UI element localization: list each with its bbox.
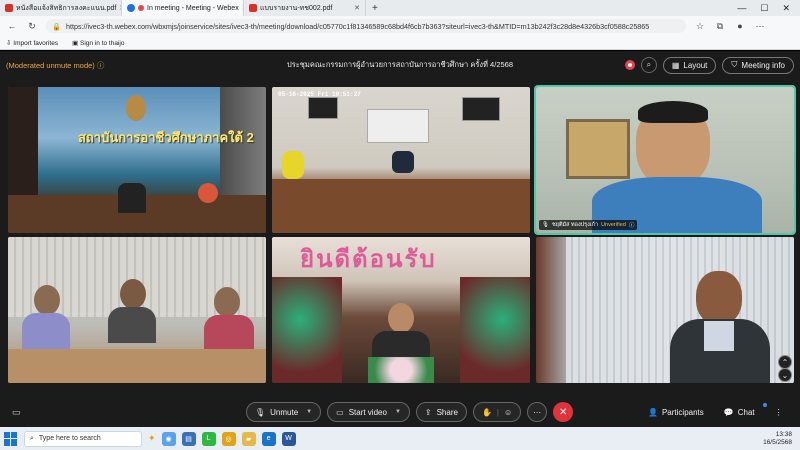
more-menu-icon[interactable]: ⋯ <box>754 21 766 32</box>
sparkle-icon[interactable]: ✦ <box>148 433 156 444</box>
edge-icon[interactable]: e <box>261 431 276 446</box>
browser-tab[interactable]: หนังสือแจ้งสิทธิการลงคะแนน.pdf ✕ <box>0 0 122 16</box>
video-tile[interactable] <box>8 237 266 383</box>
share-button[interactable]: ⇪ Share <box>415 402 467 422</box>
participants-button[interactable]: 👤 Participants <box>648 408 704 417</box>
participants-icon: 👤 <box>648 407 658 417</box>
unmute-button[interactable]: 🎙 Unmute ▼ <box>246 402 322 422</box>
chevron-down-icon[interactable]: ▼ <box>395 409 401 415</box>
emblem-logo <box>126 95 146 121</box>
search-icon: ⌕ <box>30 434 34 442</box>
webex-meeting: (Moderated unmute mode) ⓘ ประชุมคณะกรรมก… <box>0 51 800 427</box>
windows-taskbar: ⌕ Type here to search ✦ ◉ ▤ L ◎ ▰ e W 13… <box>0 427 800 450</box>
emoji-icon: ☺ <box>504 407 513 417</box>
taskbar-search[interactable]: ⌕ Type here to search <box>24 430 142 447</box>
right-controls: 👤 Participants 💬 Chat ⋮ <box>648 408 783 417</box>
line-icon[interactable]: L <box>201 431 216 446</box>
video-tile[interactable]: ยินดีต้อนรับ <box>272 237 530 383</box>
minimize-icon[interactable]: — <box>737 3 746 14</box>
chat-icon: 💬 <box>723 407 734 417</box>
file-explorer-icon[interactable]: ▰ <box>241 431 256 446</box>
browser-tabstrip: หนังสือแจ้งสิทธิการลงคะแนน.pdf ✕ In meet… <box>0 0 800 16</box>
url-field[interactable]: 🔒 https://ivec3-th.webex.com/wbxmjs/join… <box>46 19 686 33</box>
url-text: https://ivec3-th.webex.com/wbxmjs/joinse… <box>65 21 650 31</box>
new-tab-button[interactable]: + <box>366 3 384 14</box>
chat-notification-dot <box>763 403 767 407</box>
video-tile-active-speaker[interactable]: 🎙 ชยุติมัส ทองปรุงเก้า Unverified ⓘ <box>534 85 796 235</box>
extensions-icon[interactable]: ⧉ <box>714 21 726 32</box>
moderated-mode-label: (Moderated unmute mode) ⓘ <box>6 60 105 70</box>
maximize-icon[interactable]: ☐ <box>760 3 768 14</box>
meeting-header: (Moderated unmute mode) ⓘ ประชุมคณะกรรมก… <box>0 51 800 79</box>
store-icon[interactable]: ▤ <box>181 431 196 446</box>
shield-icon: ⛉ <box>731 60 738 69</box>
scroll-up-icon[interactable]: ⌃ <box>778 355 792 369</box>
copilot-icon[interactable]: ◉ <box>161 431 176 446</box>
window-controls: — ☐ ✕ <box>737 3 800 14</box>
tile-banner-text: สถาบันการอาชีวศึกษาภาคใต้ 2 <box>78 130 254 145</box>
welcome-banner-text: ยินดีต้อนรับ <box>300 246 437 273</box>
close-window-icon[interactable]: ✕ <box>782 3 790 14</box>
tab-label: In meeting - Meeting - Webex <box>147 4 239 12</box>
tab-label: หนังสือแจ้งสิทธิการลงคะแนน.pdf <box>16 4 117 12</box>
meeting-controls: ▭ 🎙 Unmute ▼ ▭ Start video ▼ ⇪ Share ✋ | ☺ ⋯ ✕ … <box>0 401 800 423</box>
bookmark-thaijo[interactable]: ▣ Sign in to thaijo <box>72 39 124 47</box>
browser-tab-active[interactable]: In meeting - Meeting - Webex ✕ <box>122 0 244 16</box>
bookmark-import-favorites[interactable]: ⇩ Import favorites <box>6 39 58 47</box>
captions-icon[interactable]: ▭ <box>12 407 21 418</box>
share-icon: ⇪ <box>424 407 432 417</box>
pdf-icon <box>5 4 13 12</box>
scroll-down-icon[interactable]: ⌄ <box>778 368 792 382</box>
bookmarks-bar: ⇩ Import favorites ▣ Sign in to thaijo <box>0 36 800 50</box>
raise-hand-icon: ✋ <box>481 407 492 417</box>
more-options-button[interactable]: ⋯ <box>527 402 548 422</box>
taskbar-clock[interactable]: 13:38 16/5/2568 <box>763 431 796 447</box>
tab-label: แบบรายงาน-ทช002.pdf <box>260 4 333 12</box>
address-bar-row: ← ↻ 🔒 https://ivec3-th.webex.com/wbxmjs/… <box>0 16 800 36</box>
pdf-icon <box>249 4 257 12</box>
meeting-info-button[interactable]: ⛉ Meeting info <box>722 56 794 74</box>
leave-meeting-button[interactable]: ✕ <box>553 402 574 422</box>
participant-name-label: 🎙 ชยุติมัส ทองปรุงเก้า Unverified ⓘ <box>539 220 638 230</box>
recording-indicator-icon <box>624 60 635 70</box>
video-off-icon: ▭ <box>336 407 344 417</box>
unverified-status: Unverified <box>601 222 626 228</box>
center-controls: 🎙 Unmute ▼ ▭ Start video ▼ ⇪ Share ✋ | ☺ ⋯ ✕ <box>246 402 574 422</box>
video-tile[interactable]: 05-16-2025 Fri 10:51:27 <box>272 87 530 233</box>
layout-icon: ▦ <box>671 60 680 70</box>
recording-icon <box>138 5 144 11</box>
chrome-icon[interactable]: ◎ <box>221 431 236 446</box>
close-tab-icon[interactable]: ✕ <box>354 4 360 12</box>
video-tile[interactable]: สถาบันการอาชีวศึกษาภาคใต้ 2 <box>8 87 266 233</box>
info-icon: ⓘ <box>628 223 635 229</box>
lock-icon: 🔒 <box>52 21 61 31</box>
refresh-icon[interactable]: ↻ <box>26 21 38 32</box>
favorite-star-icon[interactable]: ☆ <box>694 21 706 32</box>
chevron-down-icon[interactable]: ▼ <box>306 409 312 415</box>
browser-tab[interactable]: แบบรายงาน-ทช002.pdf ✕ <box>244 0 366 16</box>
windows-start-icon[interactable] <box>4 431 18 446</box>
more-panels-icon[interactable]: ⋮ <box>775 408 783 417</box>
microphone-off-icon: 🎙 <box>255 407 266 417</box>
search-icon[interactable]: ⌕ <box>640 57 657 73</box>
reactions-button[interactable]: ✋ | ☺ <box>472 402 522 422</box>
microphone-muted-icon: 🎙 <box>542 222 549 228</box>
video-tile[interactable]: ⌃ ⌄ <box>536 237 794 383</box>
video-grid: สถาบันการอาชีวศึกษาภาคใต้ 2 05-16-2025 F… <box>8 85 796 383</box>
layout-button[interactable]: ▦ Layout <box>662 56 717 74</box>
webex-icon <box>127 4 135 12</box>
chat-button[interactable]: 💬 Chat <box>724 408 755 417</box>
start-video-button[interactable]: ▭ Start video ▼ <box>327 402 410 422</box>
back-icon[interactable]: ← <box>6 21 18 31</box>
profile-avatar[interactable]: ● <box>734 21 746 31</box>
header-actions: ⌕ ▦ Layout ⛉ Meeting info <box>624 56 794 74</box>
word-icon[interactable]: W <box>281 431 296 446</box>
